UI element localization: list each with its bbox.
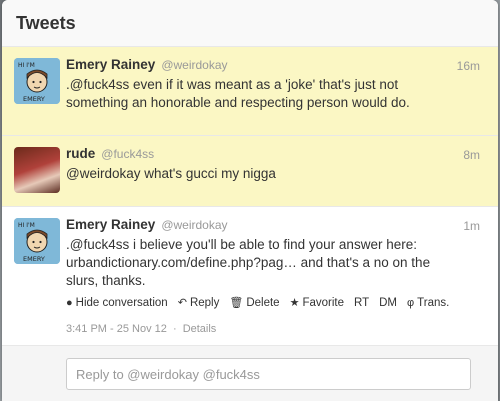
avatar[interactable]	[14, 147, 60, 193]
tweet-item-expanded[interactable]: HI I'M EMERY Emery Rainey @weirdokay 1m …	[2, 207, 498, 345]
avatar-caption-bottom: EMERY	[23, 95, 45, 103]
user-screenname[interactable]: @fuck4ss	[101, 147, 154, 161]
speech-bubble-icon: ●	[66, 296, 73, 309]
retweet-label: RT	[353, 296, 370, 309]
tweet-time[interactable]: 1m	[463, 219, 480, 233]
meta-separator: ·	[172, 323, 177, 335]
avatar[interactable]: HI I'M EMERY	[14, 58, 60, 104]
tweet-meta: 3:41 PM - 25 Nov 12 · Details	[66, 323, 462, 335]
reply-label: Reply	[189, 296, 220, 309]
tweet-header: Emery Rainey @weirdokay	[66, 57, 462, 72]
retweet-button[interactable]: RT	[354, 297, 369, 309]
delete-label: Delete	[246, 296, 280, 309]
reply-button[interactable]: ↶ Reply	[177, 296, 220, 310]
tweet-time[interactable]: 16m	[457, 59, 480, 73]
reply-input[interactable]	[66, 358, 471, 390]
translate-button[interactable]: φ Trans.	[407, 297, 449, 309]
tweet-text: .@fuck4ss even if it was meant as a 'jok…	[66, 77, 410, 110]
user-fullname[interactable]: rude	[66, 146, 95, 161]
user-fullname[interactable]: Emery Rainey	[66, 57, 155, 72]
user-screenname[interactable]: @weirdokay	[161, 58, 227, 72]
favorite-label: Favorite	[302, 296, 344, 309]
tweet-item[interactable]: rude @fuck4ss 8m @weirdokay what's gucci…	[2, 136, 498, 207]
reply-arrow-icon: ↶	[177, 297, 187, 309]
panel-title: Tweets	[16, 12, 76, 33]
tweet-time[interactable]: 8m	[463, 148, 480, 162]
hide-conversation-button[interactable]: ● Hide conversation	[66, 297, 168, 309]
trash-icon: 🗑	[229, 297, 244, 309]
favorite-button[interactable]: ★ Favorite	[289, 296, 344, 310]
avatar-caption-top: HI I'M	[18, 222, 35, 229]
avatar[interactable]: HI I'M EMERY	[14, 218, 60, 264]
tweet-text: .@fuck4ss i believe you'll be able to fi…	[66, 237, 431, 288]
star-icon: ★	[289, 297, 300, 309]
avatar-drawing-icon: HI I'M EMERY	[14, 58, 60, 104]
delete-button[interactable]: 🗑 Delete	[229, 296, 280, 310]
tweet-actions: ● Hide conversation ↶ Reply 🗑 Delete ★ F…	[66, 296, 462, 310]
details-link[interactable]: Details	[183, 323, 217, 335]
translate-label: Trans.	[417, 296, 450, 309]
tweet-timestamp[interactable]: 3:41 PM - 25 Nov 12	[66, 323, 167, 335]
reply-area	[2, 345, 498, 401]
avatar-caption-bottom: EMERY	[23, 255, 45, 263]
tweet-header: rude @fuck4ss	[66, 146, 462, 161]
direct-message-button[interactable]: DM	[379, 297, 397, 309]
hide-conversation-label: Hide conversation	[75, 296, 168, 309]
panel-header: Tweets	[2, 0, 498, 47]
tweet-text: @weirdokay what's gucci my nigga	[66, 166, 276, 181]
user-fullname[interactable]: Emery Rainey	[66, 217, 155, 232]
phi-icon: φ	[407, 296, 415, 309]
dm-label: DM	[379, 296, 397, 309]
tweet-item[interactable]: HI I'M EMERY Emery Rainey @weirdokay 16m…	[2, 47, 498, 136]
tweet-header: Emery Rainey @weirdokay	[66, 217, 462, 232]
tweets-panel: Tweets HI I'M EMERY Emery Rainey @weirdo…	[2, 0, 498, 401]
user-screenname[interactable]: @weirdokay	[161, 218, 227, 232]
avatar-caption-top: HI I'M	[18, 62, 35, 69]
avatar-drawing-icon: HI I'M EMERY	[14, 218, 60, 264]
